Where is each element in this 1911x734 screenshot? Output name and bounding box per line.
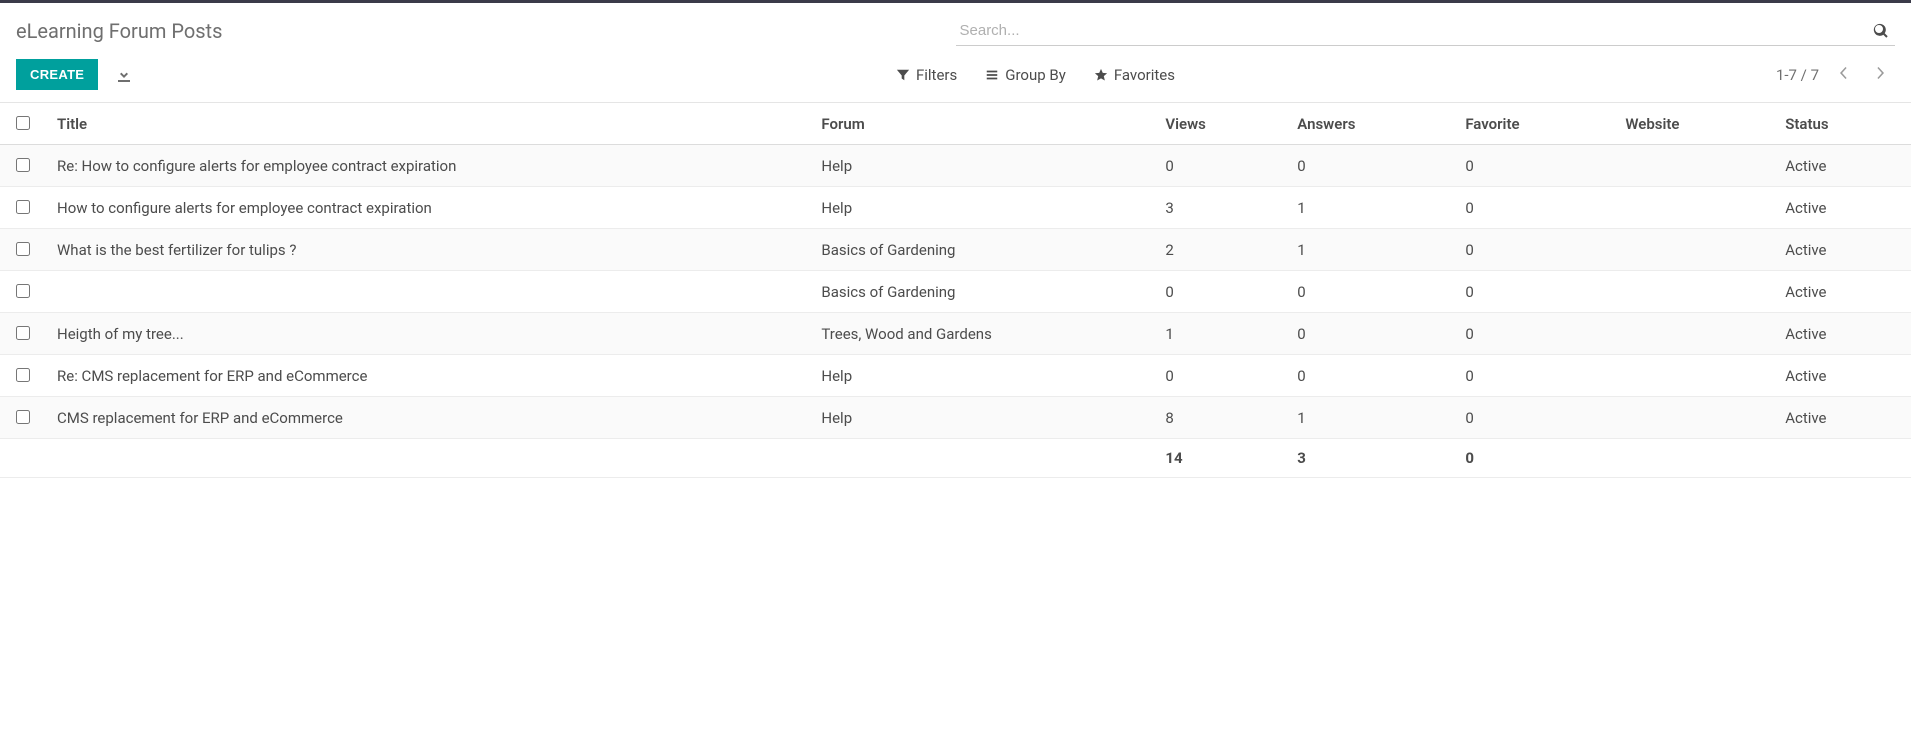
row-checkbox[interactable] <box>16 200 30 214</box>
table-row[interactable]: What is the best fertilizer for tulips ?… <box>0 229 1911 271</box>
cell-favorite: 0 <box>1453 313 1613 355</box>
cell-answers: 0 <box>1285 145 1453 187</box>
cell-forum: Basics of Gardening <box>809 271 1153 313</box>
cell-favorite: 0 <box>1453 355 1613 397</box>
download-icon[interactable] <box>112 63 136 87</box>
row-checkbox[interactable] <box>16 242 30 256</box>
cell-status: Active <box>1773 313 1911 355</box>
cell-website <box>1613 187 1773 229</box>
cell-website <box>1613 229 1773 271</box>
chevron-left-icon <box>1835 67 1851 85</box>
col-status[interactable]: Status <box>1773 103 1911 145</box>
cell-status: Active <box>1773 145 1911 187</box>
cell-views: 0 <box>1153 145 1285 187</box>
cell-website <box>1613 145 1773 187</box>
cell-website <box>1613 271 1773 313</box>
cell-favorite: 0 <box>1453 145 1613 187</box>
cell-views: 2 <box>1153 229 1285 271</box>
row-checkbox[interactable] <box>16 284 30 298</box>
cell-forum: Trees, Wood and Gardens <box>809 313 1153 355</box>
row-checkbox[interactable] <box>16 158 30 172</box>
search-icon[interactable] <box>1867 19 1895 43</box>
cell-views: 0 <box>1153 355 1285 397</box>
filters-button[interactable]: Filters <box>896 66 957 84</box>
cell-views: 3 <box>1153 187 1285 229</box>
cell-forum: Basics of Gardening <box>809 229 1153 271</box>
cell-views: 0 <box>1153 271 1285 313</box>
cell-forum: Help <box>809 145 1153 187</box>
cell-status: Active <box>1773 397 1911 439</box>
cell-website <box>1613 355 1773 397</box>
pager-text: 1-7 / 7 <box>1776 66 1819 84</box>
cell-status: Active <box>1773 355 1911 397</box>
cell-title: How to configure alerts for employee con… <box>45 187 809 229</box>
cell-answers: 1 <box>1285 397 1453 439</box>
list-icon <box>985 68 999 82</box>
cell-website <box>1613 313 1773 355</box>
cell-status: Active <box>1773 187 1911 229</box>
cell-answers: 0 <box>1285 355 1453 397</box>
total-answers: 3 <box>1285 439 1453 478</box>
cell-status: Active <box>1773 229 1911 271</box>
table-row[interactable]: Heigth of my tree...Trees, Wood and Gard… <box>0 313 1911 355</box>
favorites-label: Favorites <box>1114 66 1175 84</box>
cell-forum: Help <box>809 187 1153 229</box>
col-forum[interactable]: Forum <box>809 103 1153 145</box>
table-row[interactable]: Basics of Gardening000Active <box>0 271 1911 313</box>
cell-favorite: 0 <box>1453 229 1613 271</box>
cell-favorite: 0 <box>1453 271 1613 313</box>
cell-forum: Help <box>809 355 1153 397</box>
table-row[interactable]: CMS replacement for ERP and eCommerceHel… <box>0 397 1911 439</box>
table-row[interactable]: How to configure alerts for employee con… <box>0 187 1911 229</box>
col-views[interactable]: Views <box>1153 103 1285 145</box>
cell-views: 8 <box>1153 397 1285 439</box>
cell-answers: 0 <box>1285 313 1453 355</box>
total-views: 14 <box>1153 439 1285 478</box>
filters-label: Filters <box>916 66 957 84</box>
col-favorite[interactable]: Favorite <box>1453 103 1613 145</box>
cell-answers: 0 <box>1285 271 1453 313</box>
col-answers[interactable]: Answers <box>1285 103 1453 145</box>
cell-title <box>45 271 809 313</box>
create-button[interactable]: CREATE <box>16 59 98 90</box>
cell-website <box>1613 397 1773 439</box>
posts-table: Title Forum Views Answers Favorite Websi… <box>0 103 1911 478</box>
cell-title: Re: CMS replacement for ERP and eCommerc… <box>45 355 809 397</box>
cell-title: What is the best fertilizer for tulips ? <box>45 229 809 271</box>
total-favorite: 0 <box>1453 439 1613 478</box>
cell-favorite: 0 <box>1453 187 1613 229</box>
chevron-right-icon <box>1873 67 1889 85</box>
cell-answers: 1 <box>1285 229 1453 271</box>
row-checkbox[interactable] <box>16 368 30 382</box>
cell-favorite: 0 <box>1453 397 1613 439</box>
cell-title: CMS replacement for ERP and eCommerce <box>45 397 809 439</box>
cell-title: Heigth of my tree... <box>45 313 809 355</box>
col-website[interactable]: Website <box>1613 103 1773 145</box>
funnel-icon <box>896 68 910 82</box>
favorites-button[interactable]: Favorites <box>1094 66 1175 84</box>
select-all-checkbox[interactable] <box>16 116 30 130</box>
pager-next[interactable] <box>1867 61 1895 89</box>
table-row[interactable]: Re: CMS replacement for ERP and eCommerc… <box>0 355 1911 397</box>
search-input[interactable] <box>956 16 1868 45</box>
col-title[interactable]: Title <box>45 103 809 145</box>
row-checkbox[interactable] <box>16 410 30 424</box>
search-bar[interactable] <box>956 16 1896 46</box>
cell-views: 1 <box>1153 313 1285 355</box>
table-row[interactable]: Re: How to configure alerts for employee… <box>0 145 1911 187</box>
star-icon <box>1094 68 1108 82</box>
groupby-button[interactable]: Group By <box>985 66 1066 84</box>
cell-answers: 1 <box>1285 187 1453 229</box>
pager-prev[interactable] <box>1829 61 1857 89</box>
cell-forum: Help <box>809 397 1153 439</box>
groupby-label: Group By <box>1005 66 1066 84</box>
row-checkbox[interactable] <box>16 326 30 340</box>
breadcrumb: eLearning Forum Posts <box>16 13 956 49</box>
cell-title: Re: How to configure alerts for employee… <box>45 145 809 187</box>
cell-status: Active <box>1773 271 1911 313</box>
